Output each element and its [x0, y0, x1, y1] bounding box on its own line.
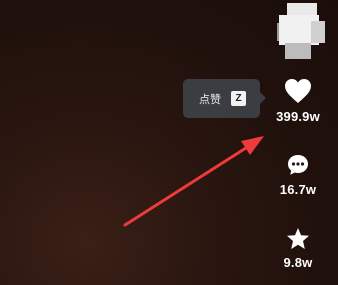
red-arrow	[123, 136, 264, 227]
